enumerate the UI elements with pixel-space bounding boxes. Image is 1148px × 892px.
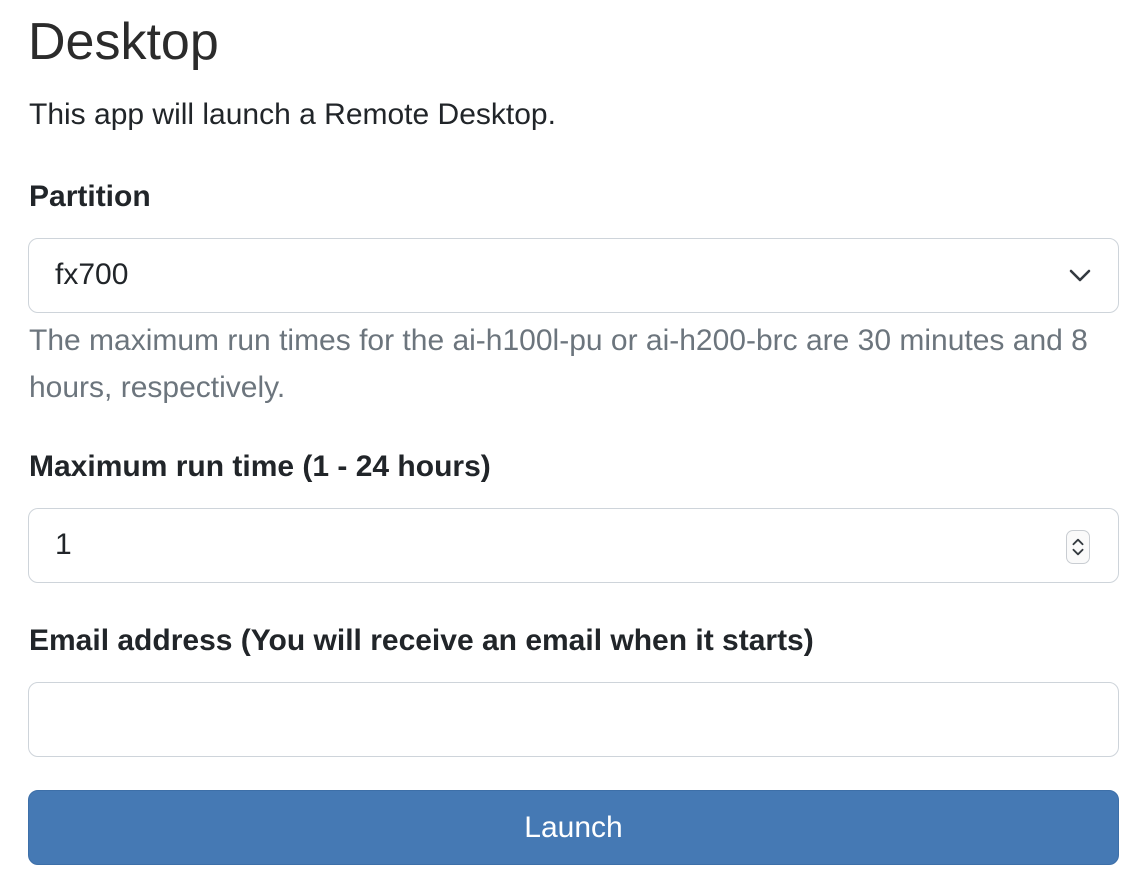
- stepper-arrows-icon: [1072, 538, 1084, 556]
- partition-selected-value: fx700: [55, 258, 129, 291]
- number-stepper-icon[interactable]: [1066, 530, 1090, 564]
- email-field[interactable]: [28, 682, 1119, 757]
- run-time-value: 1: [55, 528, 72, 561]
- page-description: This app will launch a Remote Desktop.: [29, 98, 556, 131]
- partition-help-text: The maximum run times for the ai-h100l-p…: [29, 324, 1088, 404]
- run-time-label: Maximum run time (1 - 24 hours): [29, 450, 491, 483]
- page-title: Desktop: [28, 13, 219, 71]
- run-time-input[interactable]: 1: [28, 508, 1119, 583]
- partition-select[interactable]: fx700: [28, 238, 1119, 313]
- email-label: Email address (You will receive an email…: [29, 624, 814, 657]
- chevron-down-icon: [1069, 269, 1091, 282]
- partition-label: Partition: [29, 180, 151, 213]
- launch-button[interactable]: Launch: [28, 790, 1119, 865]
